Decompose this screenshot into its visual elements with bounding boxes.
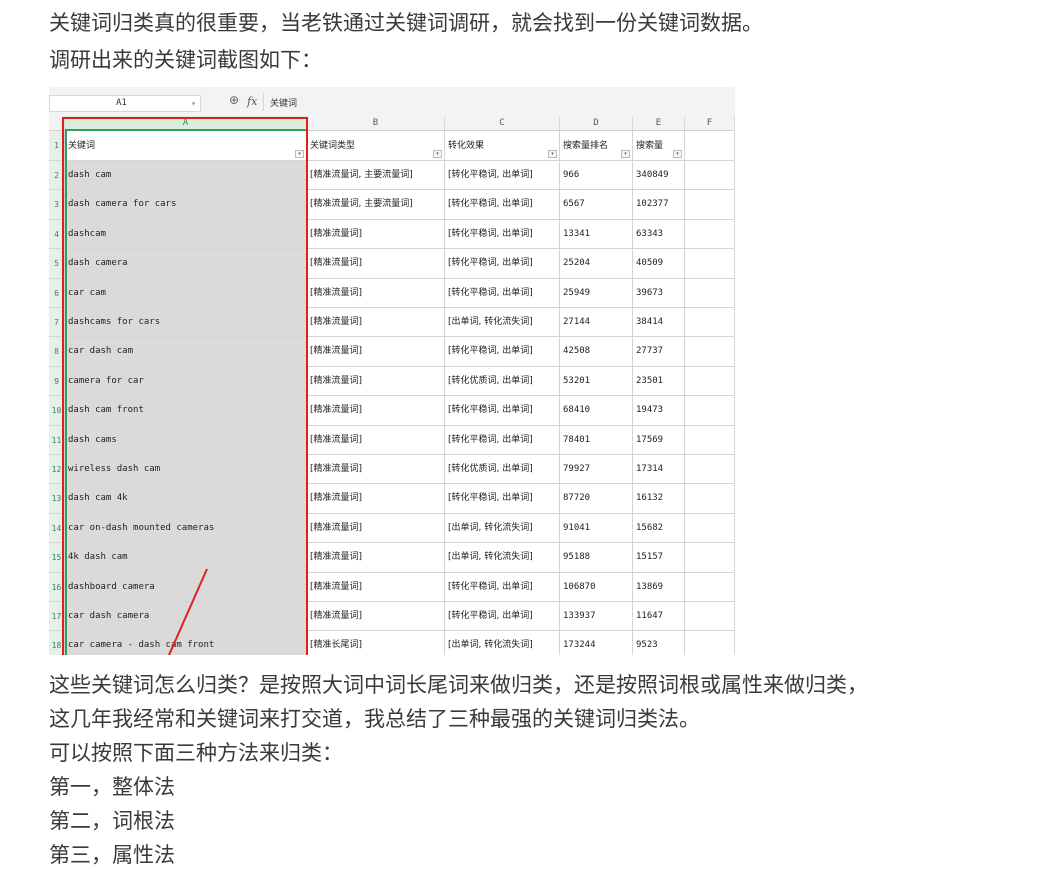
body-line-1: 这些关键词怎么归类？是按照大词中词长尾词来做归类，还是按照词根或属性来做归类， xyxy=(49,673,868,697)
annotation-arrow xyxy=(168,568,208,655)
intro-line-1: 关键词归类真的很重要，当老铁通过关键词调研，就会找到一份关键词数据。 xyxy=(49,11,763,35)
method-3: 第三，属性法 xyxy=(49,843,175,867)
arrow-line xyxy=(168,568,208,655)
intro-line-2: 调研出来的关键词截图如下： xyxy=(49,48,322,72)
method-2: 第二，词根法 xyxy=(49,809,175,833)
body-line-2: 这几年我经常和关键词来打交道，我总结了三种最强的关键词归类法。 xyxy=(49,707,700,731)
method-1: 第一，整体法 xyxy=(49,775,175,799)
body-line-3: 可以按照下面三种方法来归类： xyxy=(49,741,343,765)
spreadsheet-screenshot: A1 ▾ ⊕ fx 关键词 ABCDEF 1 关键词 ▾ 关键词类型 ▾ 转化效果 ▾ 搜索量… xyxy=(49,87,735,655)
